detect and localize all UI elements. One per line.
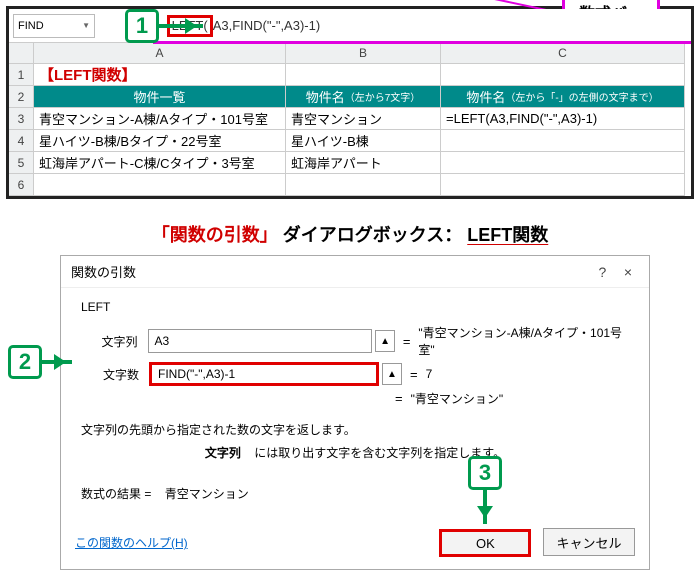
step-3-annotation: 3 <box>468 456 502 524</box>
arg1-preview: "青空マンション-A棟/Aタイプ・101号室" <box>418 324 633 358</box>
excel-window: FIND ▼ 1 fx = LEFT( A3,FIND("-",A3)-1) A… <box>6 6 694 199</box>
cell-C2[interactable]: 物件名 （左から「-」の左側の文字まで） <box>441 86 685 108</box>
range-picker-icon[interactable]: ▲ <box>382 363 402 385</box>
result-value: 青空マンション <box>165 487 249 501</box>
name-box-value: FIND <box>18 20 44 32</box>
cell-C5[interactable] <box>441 152 685 174</box>
result-label: 数式の結果 = <box>81 487 151 501</box>
cell-B6[interactable] <box>286 174 441 196</box>
row-5[interactable]: 5 <box>9 152 34 174</box>
cell-C6[interactable] <box>441 174 685 196</box>
arrow-right-icon <box>159 24 203 28</box>
cell-B1[interactable] <box>286 64 441 86</box>
cell-B5[interactable]: 虹海岸アパート <box>286 152 441 174</box>
header-C-sub: （左から「-」の左側の文字まで） <box>505 89 658 104</box>
range-picker-icon[interactable]: ▲ <box>375 330 395 352</box>
result-preview: "青空マンション" <box>411 390 504 407</box>
formula-bar[interactable]: = LEFT( A3,FIND("-",A3)-1) <box>153 14 691 38</box>
row-1[interactable]: 1 <box>9 64 34 86</box>
step-1-annotation: 1 <box>125 9 203 43</box>
cell-A3[interactable]: 青空マンション-A棟/Aタイプ・101号室 <box>34 108 286 130</box>
header-B-main: 物件名 <box>306 87 345 106</box>
step-badge-1: 1 <box>125 9 159 43</box>
cell-B2[interactable]: 物件名 （左から7文字） <box>286 86 441 108</box>
formula-underline <box>153 41 691 44</box>
header-B-sub: （左から7文字） <box>345 89 421 104</box>
row-2[interactable]: 2 <box>9 86 34 108</box>
section-heading: 「関数の引数」 ダイアログボックス： LEFT関数 <box>0 221 700 247</box>
desc2-label: 文字列 <box>205 446 241 460</box>
chevron-down-icon[interactable]: ▼ <box>82 21 90 30</box>
help-icon[interactable]: ? <box>591 264 613 280</box>
function-description: 文字列の先頭から指定された数の文字を返します。 <box>81 421 633 438</box>
cell-A1[interactable]: 【LEFT関数】 <box>34 64 286 86</box>
result-preview-row: = "青空マンション" <box>387 390 633 407</box>
formula-result-row: 数式の結果 = 青空マンション <box>81 485 633 502</box>
ok-button[interactable]: OK <box>439 529 531 557</box>
header-C-main: 物件名 <box>466 87 505 106</box>
equals-1: = <box>403 334 411 349</box>
arg1-input[interactable]: A3 <box>148 329 373 353</box>
function-arguments-dialog: 関数の引数 ? × LEFT 文字列 A3 ▲ = "青空マンション-A棟/Aタ… <box>60 255 650 570</box>
heading-part2: ダイアログボックス： <box>283 225 462 245</box>
equals-2: = <box>410 367 418 382</box>
arg-row-numchars: 文字数 FIND("-",A3)-1 ▲ = 7 <box>77 362 633 386</box>
cell-A2[interactable]: 物件一覧 <box>34 86 286 108</box>
cell-A5[interactable]: 虹海岸アパート-C棟/Cタイプ・3号室 <box>34 152 286 174</box>
arg1-label: 文字列 <box>77 333 148 350</box>
cell-B4[interactable]: 星ハイツ-B棟 <box>286 130 441 152</box>
cell-B3[interactable]: 青空マンション <box>286 108 441 130</box>
function-name: LEFT <box>81 300 633 314</box>
arrow-right-icon <box>42 360 72 364</box>
row-6[interactable]: 6 <box>9 174 34 196</box>
formula-rest: A3,FIND("-",A3)-1) <box>213 18 320 33</box>
cell-A6[interactable] <box>34 174 286 196</box>
name-box[interactable]: FIND ▼ <box>13 14 95 38</box>
cell-C1[interactable] <box>441 64 685 86</box>
heading-part1: 「関数の引数」 <box>152 225 278 245</box>
heading-part3: LEFT関数 <box>467 225 548 245</box>
dialog-titlebar[interactable]: 関数の引数 ? × <box>61 256 649 288</box>
argument-description: 文字列 には取り出す文字を含む文字列を指定します。 <box>77 444 633 461</box>
cancel-button[interactable]: キャンセル <box>543 528 635 556</box>
close-icon[interactable]: × <box>617 264 639 280</box>
formula-bar-row: FIND ▼ 1 fx = LEFT( A3,FIND("-",A3)-1) <box>9 9 691 43</box>
dialog-title: 関数の引数 <box>71 262 136 281</box>
arg2-label: 文字数 <box>77 366 149 383</box>
equals-3: = <box>395 391 403 406</box>
arg-row-string: 文字列 A3 ▲ = "青空マンション-A棟/Aタイプ・101号室" <box>77 324 633 358</box>
col-B[interactable]: B <box>286 43 441 64</box>
arg2-preview: 7 <box>426 367 433 381</box>
row-4[interactable]: 4 <box>9 130 34 152</box>
column-headers: A B C <box>9 43 691 64</box>
help-link[interactable]: この関数のヘルプ(H) <box>75 534 188 551</box>
cell-C3[interactable]: =LEFT(A3,FIND("-",A3)-1) <box>441 108 685 130</box>
row-3[interactable]: 3 <box>9 108 34 130</box>
col-C[interactable]: C <box>441 43 685 64</box>
dialog-footer: この関数のヘルプ(H) OK キャンセル <box>61 522 649 569</box>
arg2-input[interactable]: FIND("-",A3)-1 <box>149 362 379 386</box>
col-A[interactable]: A <box>34 43 286 64</box>
step-badge-3: 3 <box>468 456 502 490</box>
corner-cell[interactable] <box>9 43 34 64</box>
cell-A4[interactable]: 星ハイツ-B棟/Bタイプ・22号室 <box>34 130 286 152</box>
step-2-annotation: 2 <box>8 345 72 379</box>
cell-C4[interactable] <box>441 130 685 152</box>
arrow-down-icon <box>483 490 487 524</box>
step-badge-2: 2 <box>8 345 42 379</box>
